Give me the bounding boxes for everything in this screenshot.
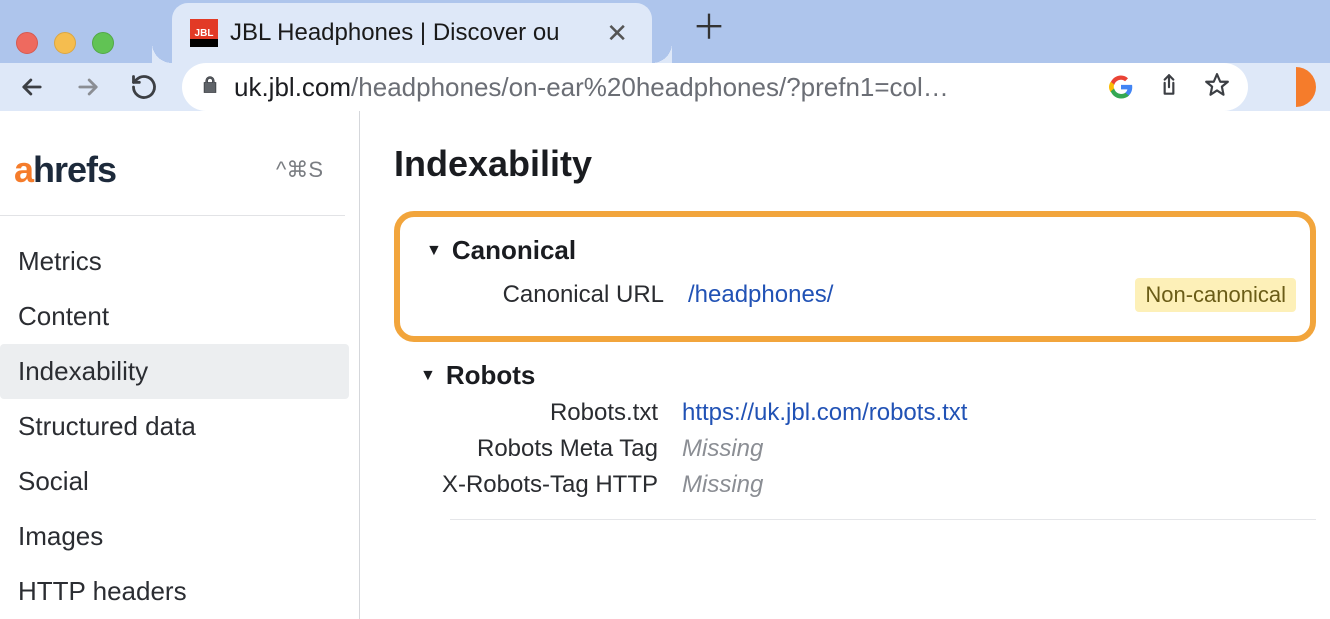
url-path: /headphones/on-ear%20headphones/?prefn1=… — [351, 72, 949, 102]
lock-icon — [200, 75, 220, 100]
tab-favicon: JBL — [190, 19, 218, 47]
robots-heading[interactable]: ▼ Robots — [420, 360, 1316, 391]
url-text: uk.jbl.com/headphones/on-ear%20headphone… — [234, 72, 1084, 103]
maximize-window-button[interactable] — [92, 32, 114, 54]
sidebar-item-metrics[interactable]: Metrics — [0, 234, 359, 289]
sidebar-item-content[interactable]: Content — [0, 289, 359, 344]
canonical-heading[interactable]: ▼ Canonical — [426, 235, 1296, 266]
reload-button[interactable] — [126, 69, 162, 105]
robots-row-label: X-Robots-Tag HTTP — [420, 471, 682, 499]
new-tab-button[interactable]: ＋ — [692, 0, 726, 49]
chevron-down-icon: ▼ — [426, 242, 442, 260]
browser-tab[interactable]: JBL JBL Headphones | Discover ou ✕ — [172, 3, 652, 63]
tab-title: JBL Headphones | Discover ou — [230, 19, 588, 47]
star-icon[interactable] — [1204, 72, 1230, 103]
robots-row-value: Missing — [682, 471, 763, 499]
profile-avatar[interactable] — [1276, 67, 1316, 107]
back-button[interactable] — [14, 69, 50, 105]
robots-row-value[interactable]: https://uk.jbl.com/robots.txt — [682, 399, 967, 427]
sidebar-item-indexability[interactable]: Indexability — [0, 344, 349, 399]
robots-row-label: Robots Meta Tag — [420, 435, 682, 463]
minimize-window-button[interactable] — [54, 32, 76, 54]
close-window-button[interactable] — [16, 32, 38, 54]
google-icon[interactable] — [1108, 74, 1134, 100]
sidebar-item-social[interactable]: Social — [0, 454, 359, 509]
page-title: Indexability — [394, 143, 1316, 185]
titlebar: JBL JBL Headphones | Discover ou ✕ ＋ — [0, 0, 1330, 63]
chevron-down-icon: ▼ — [420, 367, 436, 385]
brand-logo: ahrefs — [14, 149, 116, 191]
robots-section: ▼ Robots Robots.txthttps://uk.jbl.com/ro… — [394, 360, 1316, 520]
share-icon[interactable] — [1156, 72, 1182, 103]
shortcut-label: ^⌘S — [276, 157, 323, 183]
canonical-section: ▼ Canonical Canonical URL /headphones/ N… — [394, 211, 1316, 342]
sidebar-item-images[interactable]: Images — [0, 509, 359, 564]
canonical-url-label: Canonical URL — [426, 281, 688, 309]
robots-row-value: Missing — [682, 435, 763, 463]
url-host: uk.jbl.com — [234, 72, 351, 102]
sidebar: ahrefs ^⌘S MetricsContentIndexabilityStr… — [0, 111, 360, 619]
window-controls — [16, 32, 114, 54]
forward-button[interactable] — [70, 69, 106, 105]
non-canonical-badge: Non-canonical — [1135, 278, 1296, 312]
sidebar-item-http-headers[interactable]: HTTP headers — [0, 564, 359, 619]
robots-row-label: Robots.txt — [420, 399, 682, 427]
address-bar[interactable]: uk.jbl.com/headphones/on-ear%20headphone… — [182, 63, 1248, 111]
close-tab-icon[interactable]: ✕ — [600, 18, 634, 49]
sidebar-item-structured-data[interactable]: Structured data — [0, 399, 359, 454]
divider — [450, 519, 1316, 520]
canonical-url-value[interactable]: /headphones/ — [688, 281, 833, 309]
browser-toolbar: uk.jbl.com/headphones/on-ear%20headphone… — [0, 63, 1330, 111]
